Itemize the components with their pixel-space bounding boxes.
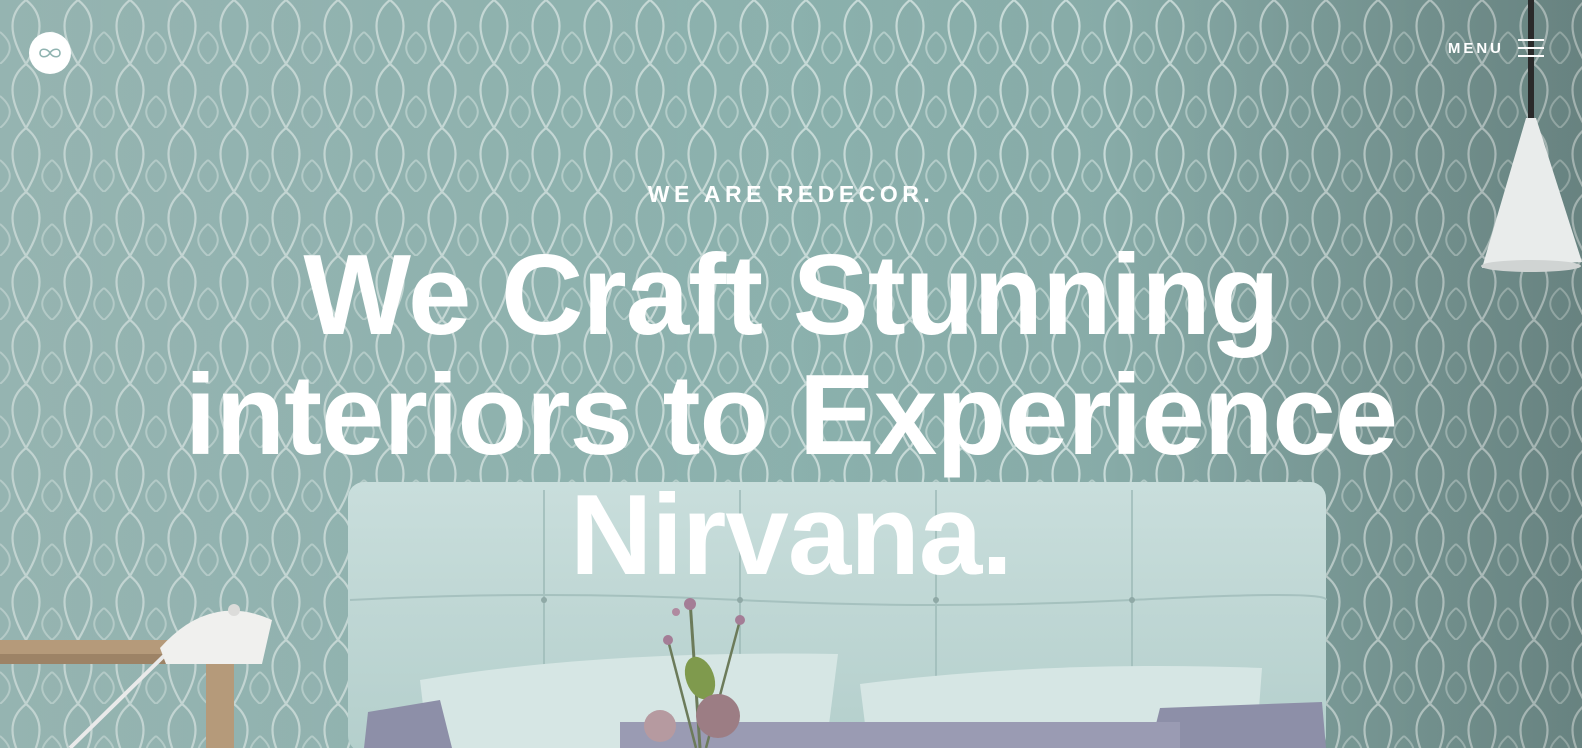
menu-button[interactable]: MENU	[1448, 38, 1544, 58]
infinity-icon	[39, 48, 61, 58]
hero-eyebrow: WE ARE REDECOR.	[647, 181, 935, 207]
headline-line: Nirvana.	[570, 472, 1013, 599]
menu-label: MENU	[1447, 39, 1504, 57]
headline-line: We Craft Stunning	[303, 232, 1279, 359]
hamburger-icon	[1518, 38, 1544, 58]
hero-headline: We Craft Stunning interiors to Experienc…	[0, 236, 1582, 596]
logo-button[interactable]	[29, 32, 71, 74]
hero-section: MENU WE ARE REDECOR. We Craft Stunning i…	[0, 0, 1582, 748]
headline-line: interiors to Experience	[184, 352, 1398, 479]
